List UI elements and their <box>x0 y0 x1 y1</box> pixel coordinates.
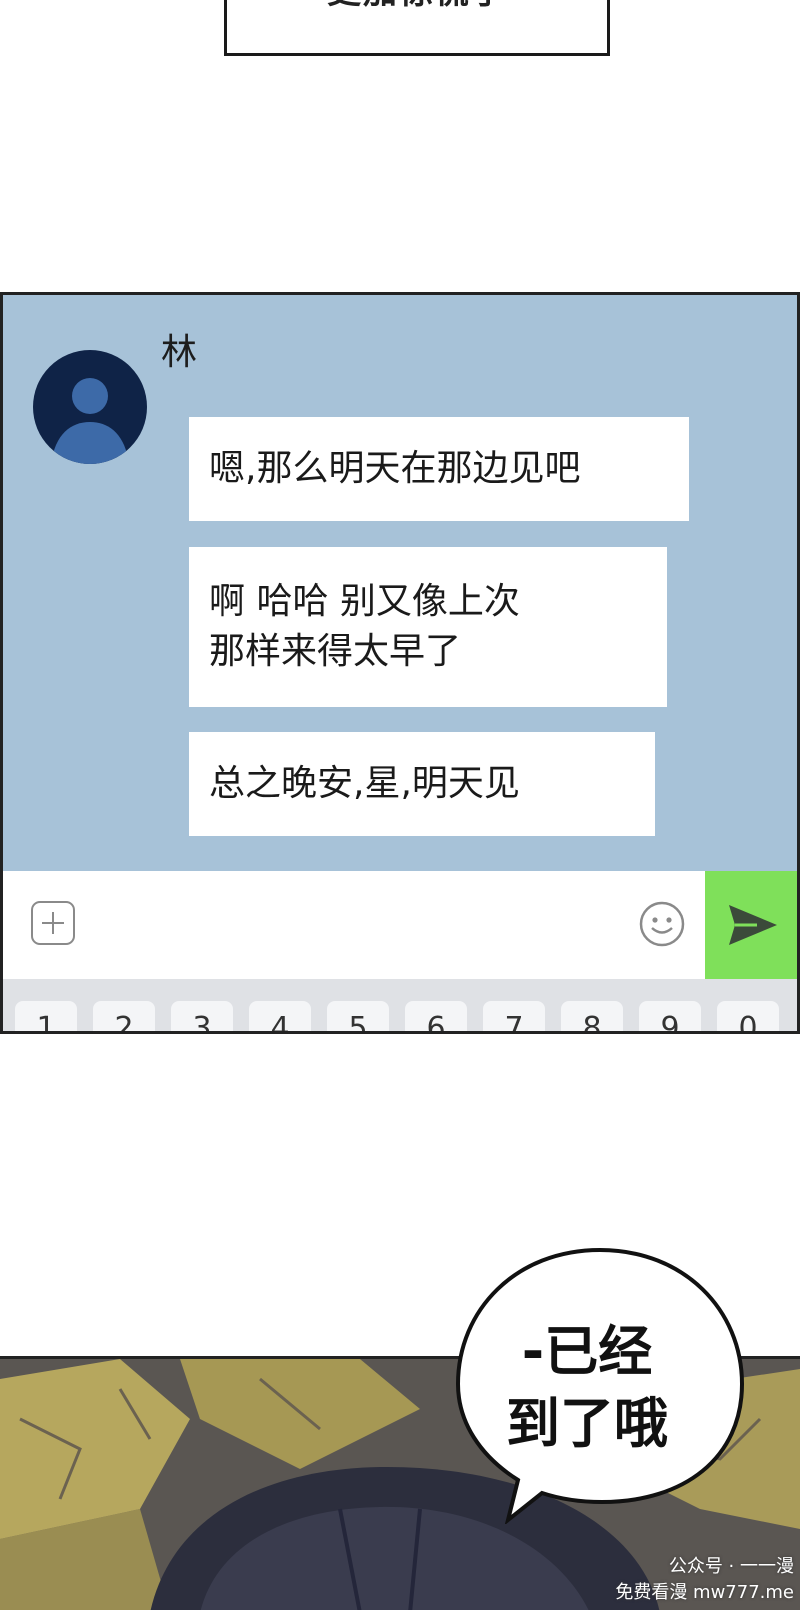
paper-plane-icon <box>729 905 777 945</box>
contact-name: 林 <box>161 332 198 373</box>
person-silhouette-icon <box>51 378 129 464</box>
key-7[interactable]: 7 <box>483 1001 545 1031</box>
contact-avatar[interactable] <box>33 350 147 464</box>
plus-square-icon[interactable] <box>31 901 75 945</box>
chat-screen: 林 嗯,那么明天在那边见吧 啊 哈哈 别又像上次 那样来得太早了 总之晚安,星,… <box>0 292 800 1034</box>
keyboard-number-row: 1 2 3 4 5 6 7 8 9 0 <box>3 979 797 1031</box>
key-9[interactable]: 9 <box>639 1001 701 1031</box>
key-2[interactable]: 2 <box>93 1001 155 1031</box>
message-text: 嗯,那么明天在那边见吧 <box>209 448 581 489</box>
top-caption-box: 更加惊慌了 <box>224 0 610 56</box>
speech-bubble-text: -已经 到了哦 <box>506 1320 668 1455</box>
watermark: 公众号 · 一一漫 免费看漫 mw777.me <box>615 1556 794 1603</box>
message-bubble: 嗯,那么明天在那边见吧 <box>189 417 689 521</box>
message-input-bar[interactable] <box>3 871 797 979</box>
message-text: 总之晚安,星,明天见 <box>209 763 520 804</box>
smiley-icon[interactable] <box>637 899 687 949</box>
key-0[interactable]: 0 <box>717 1001 779 1031</box>
key-3[interactable]: 3 <box>171 1001 233 1031</box>
key-5[interactable]: 5 <box>327 1001 389 1031</box>
message-bubble: 总之晚安,星,明天见 <box>189 732 655 836</box>
key-1[interactable]: 1 <box>15 1001 77 1031</box>
key-8[interactable]: 8 <box>561 1001 623 1031</box>
key-4[interactable]: 4 <box>249 1001 311 1031</box>
key-6[interactable]: 6 <box>405 1001 467 1031</box>
message-text: 啊 哈哈 别又像上次 那样来得太早了 <box>209 581 520 672</box>
top-caption-text: 更加惊慌了 <box>227 0 607 13</box>
message-bubble: 啊 哈哈 别又像上次 那样来得太早了 <box>189 547 667 707</box>
send-button[interactable] <box>705 871 797 979</box>
